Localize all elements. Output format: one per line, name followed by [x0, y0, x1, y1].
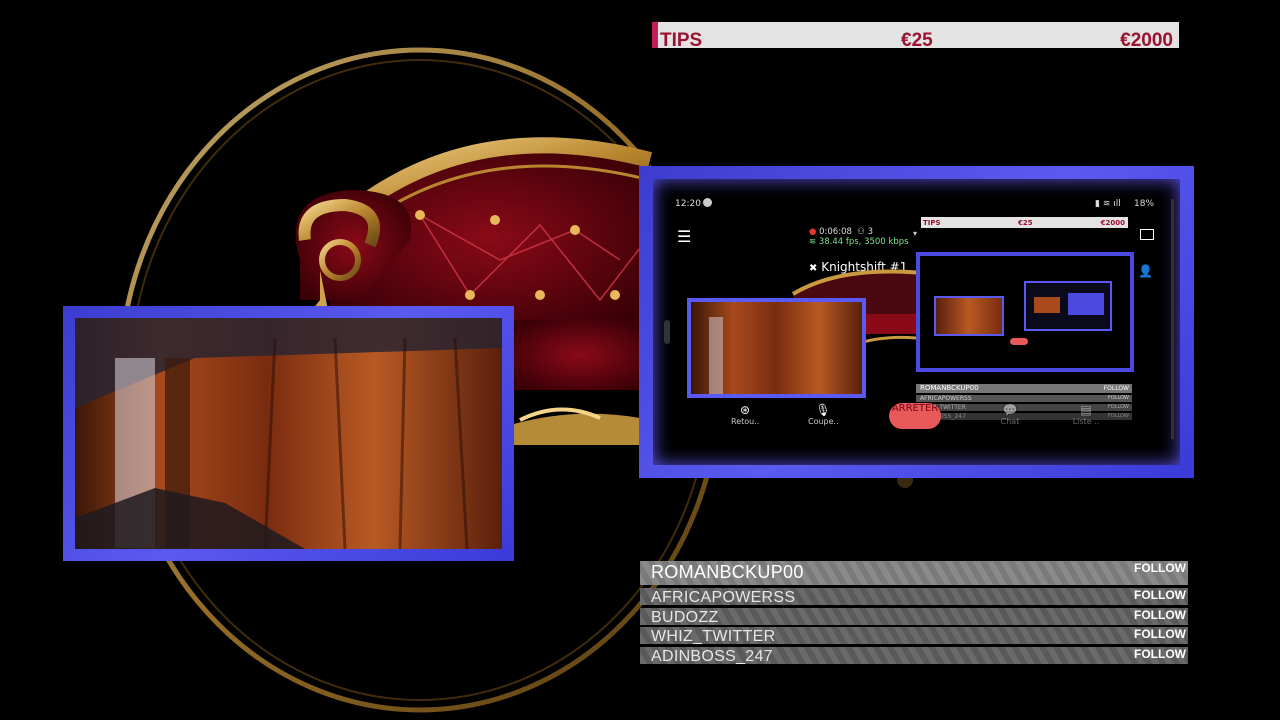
mini-webcam-feed [691, 302, 862, 394]
mini-follow-row: AFRICAPOWERSS FOLLOW [916, 395, 1132, 402]
follow-button[interactable]: FOLLOW [1134, 608, 1186, 622]
back-button[interactable]: ⊛ Retou.. [731, 403, 759, 426]
mini-tips-label: TIPS [923, 219, 941, 227]
mute-button[interactable]: 🎙 Coupe.. [808, 403, 839, 426]
hamburger-menu-icon[interactable]: ☰ [677, 227, 691, 246]
dropdown-icon[interactable]: ▾ [913, 229, 917, 238]
stream-stats-text: 38.44 fps, 3500 kbps [818, 237, 909, 247]
viewer-count: 3 [867, 227, 874, 237]
follow-row-4: WHIZ_TWITTER FOLLOW [640, 627, 1188, 644]
battery-level: 18% [1134, 199, 1155, 209]
tips-bar: TIPS €25 €2000 [652, 22, 1179, 48]
side-handle[interactable] [664, 320, 670, 344]
follower-name: ROMANBCKUP00 [651, 562, 804, 582]
phone-clock: 12:20 [675, 199, 701, 209]
list-button[interactable]: ▤ Liste .. [1071, 403, 1101, 426]
follower-name: BUDOZZ [651, 609, 719, 625]
follow-button[interactable]: FOLLOW [1134, 588, 1186, 602]
follow-button[interactable]: FOLLOW [1134, 627, 1186, 641]
follower-name: WHIZ_TWITTER [651, 628, 776, 644]
chat-icon: 💬 [1002, 403, 1018, 417]
stream-stats: ≋ 38.44 fps, 3500 kbps [809, 237, 909, 247]
mini-tips-bar: TIPS €25 €2000 [921, 217, 1128, 228]
tips-max-amount: €2000 [1120, 30, 1173, 48]
webcam-feed [75, 318, 502, 549]
tips-label: TIPS [660, 30, 703, 48]
follower-name: AFRICAPOWERSS [651, 589, 796, 605]
follow-row-3: BUDOZZ FOLLOW [640, 608, 1188, 625]
chat-button[interactable]: 💬 Chat [995, 403, 1025, 426]
mini-phone-mirror [916, 252, 1134, 372]
follower-name: ADINBOSS_247 [651, 648, 773, 664]
mic-icon: 🎙 [815, 403, 831, 417]
window-icon[interactable] [1140, 229, 1154, 240]
follow-button[interactable]: FOLLOW [1134, 647, 1186, 661]
add-person-icon[interactable]: 👤 [1138, 264, 1153, 278]
mini-webcam-frame [687, 298, 866, 398]
phone-screen: 12:20 ▮ ≋ ıll 18% ☰ 👤 ● 0:06:08 ⚇ 3 ≋ 38… [653, 179, 1180, 465]
signal-icon: ▮ ≋ ıll [1095, 199, 1121, 209]
mini-tips-max: €2000 [1100, 219, 1125, 227]
phone-mirror-frame: 12:20 ▮ ≋ ıll 18% ☰ 👤 ● 0:06:08 ⚇ 3 ≋ 38… [639, 166, 1194, 478]
curtain-image [75, 318, 502, 549]
follow-row-5: ADINBOSS_247 FOLLOW [640, 647, 1188, 664]
scrollbar[interactable] [1171, 199, 1174, 439]
follow-row-2: AFRICAPOWERSS FOLLOW [640, 588, 1188, 605]
follow-button[interactable]: FOLLOW [1134, 561, 1186, 575]
list-icon: ▤ [1080, 403, 1092, 417]
mini-follow-row: ROMANBCKUP00 FOLLOW [916, 384, 1132, 393]
back-icon: ⊛ [739, 403, 751, 417]
webcam-frame [63, 306, 514, 561]
stream-info: ● 0:06:08 ⚇ 3 [809, 227, 874, 237]
follow-row-1: ROMANBCKUP00 FOLLOW [640, 561, 1188, 585]
tips-min-amount: €25 [901, 30, 933, 48]
stream-duration: 0:06:08 [819, 227, 852, 237]
mini-tips-min: €25 [1018, 219, 1033, 227]
notification-icon [703, 198, 712, 207]
stop-button[interactable]: ARRETER [889, 403, 941, 429]
